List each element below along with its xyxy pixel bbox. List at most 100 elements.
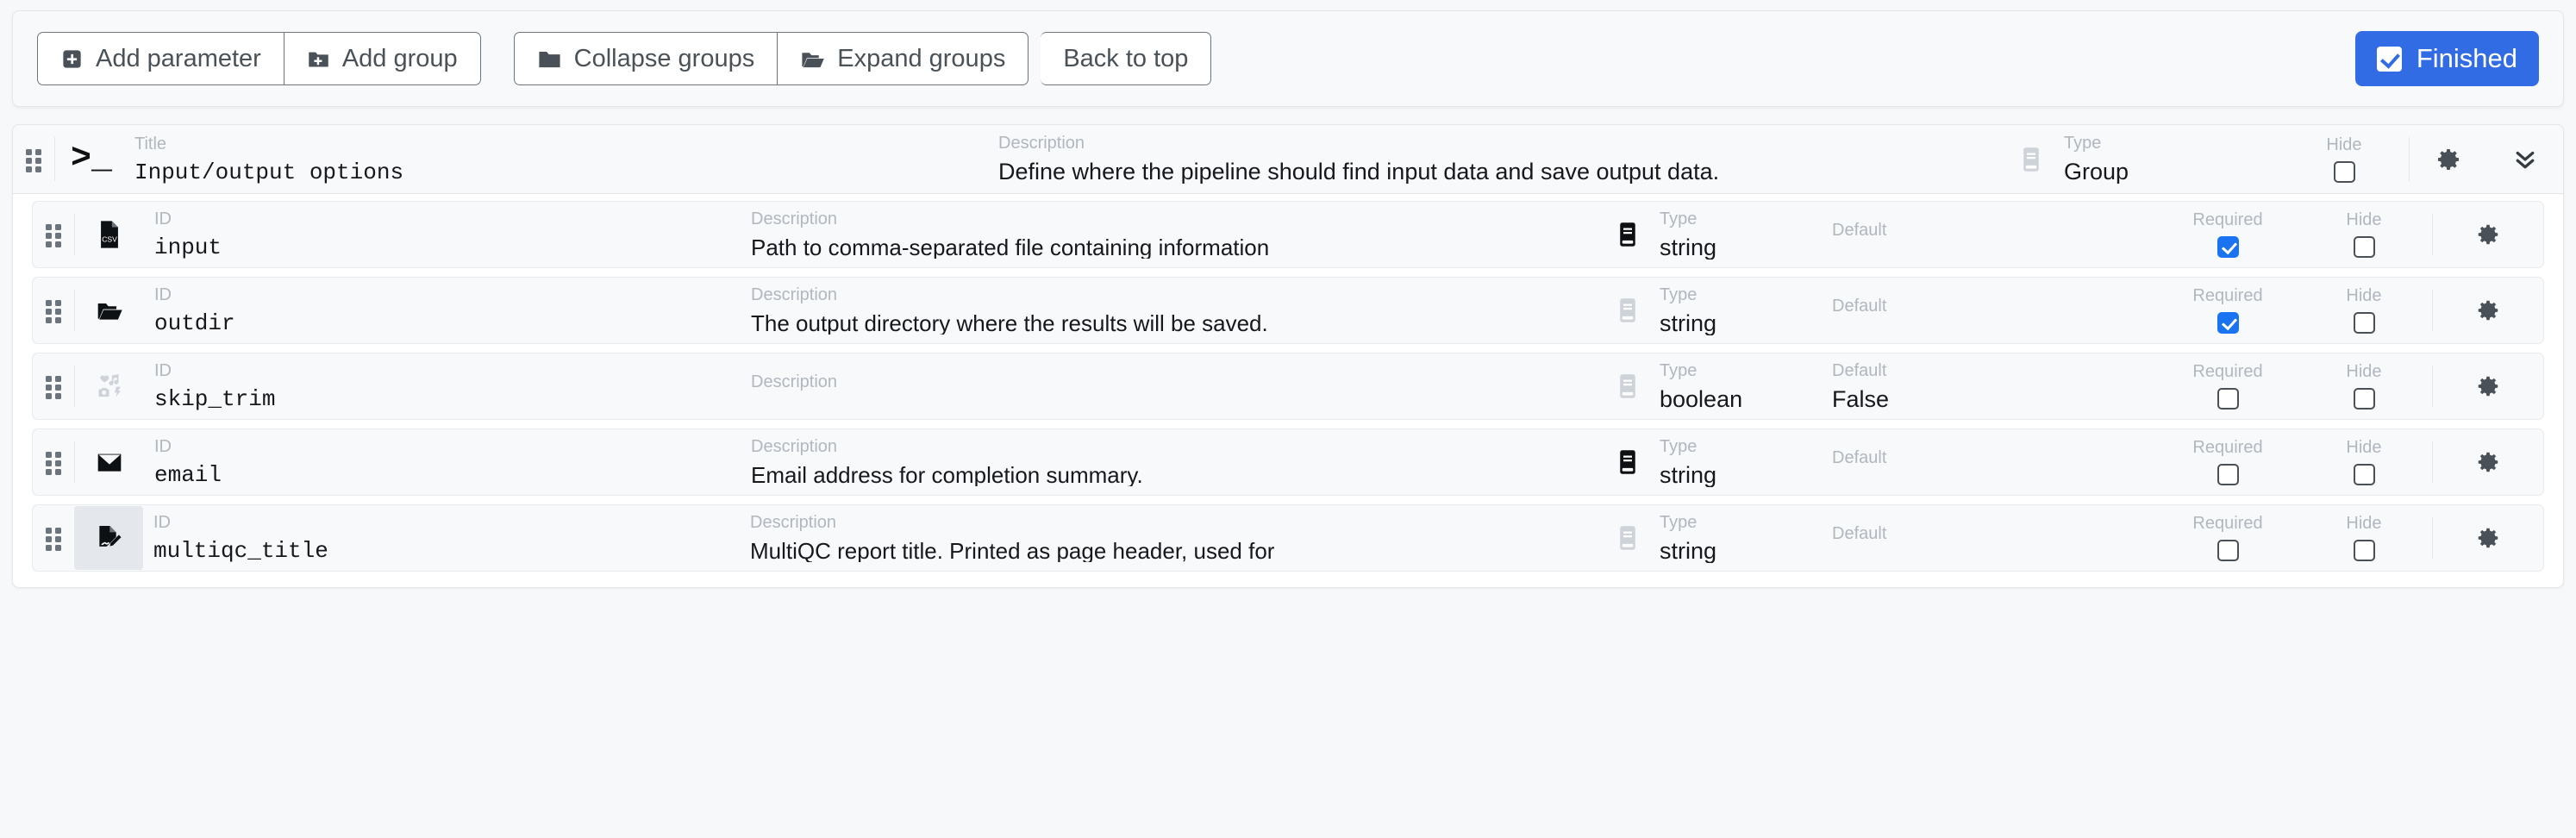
default-label: Default xyxy=(1832,525,2160,542)
back-to-top-group: Back to top xyxy=(1041,32,1211,85)
required-label: Required xyxy=(2192,439,2262,456)
hide-checkbox[interactable] xyxy=(2354,388,2375,410)
gear-icon xyxy=(2475,297,2501,323)
chevrons-down-icon[interactable] xyxy=(2512,147,2538,172)
required-label: Required xyxy=(2192,363,2262,380)
parameter-required-field: Required xyxy=(2160,353,2296,419)
parameter-id-field[interactable]: ID multiqc_title xyxy=(143,505,747,571)
parameter-type-field: Type string xyxy=(1660,429,1832,495)
parameter-description-field[interactable]: Description Path to comma-separated file… xyxy=(747,202,1596,267)
id-label: ID xyxy=(154,210,747,228)
back-to-top-button[interactable]: Back to top xyxy=(1041,32,1211,85)
row-drag-handle[interactable] xyxy=(33,505,74,571)
add-parameter-button[interactable]: Add parameter xyxy=(37,32,284,85)
type-value: string xyxy=(1660,540,1832,563)
file-signature-icon[interactable] xyxy=(74,506,143,570)
book-icon xyxy=(1616,525,1639,551)
help-text-button[interactable] xyxy=(1596,202,1660,267)
emoji-picker-icon[interactable] xyxy=(75,353,144,419)
folder-plus-icon xyxy=(307,47,330,71)
parameter-description-field[interactable]: Description MultiQC report title. Printe… xyxy=(747,505,1596,571)
grip-dots-icon xyxy=(46,300,61,321)
parameter-id-field[interactable]: ID email xyxy=(144,429,747,495)
parameter-description-field[interactable]: Description xyxy=(747,353,1596,419)
table-row[interactable]: CSV ID input Description Path to comma-s… xyxy=(32,201,2544,268)
required-checkbox[interactable] xyxy=(2217,388,2239,410)
collapse-groups-button[interactable]: Collapse groups xyxy=(514,32,778,85)
type-label: Type xyxy=(1660,362,1832,379)
grip-dots-icon xyxy=(46,528,61,548)
row-drag-handle[interactable] xyxy=(33,202,74,267)
parameter-default-field[interactable]: Default False xyxy=(1832,353,2160,419)
book-icon xyxy=(1616,373,1639,399)
row-settings-button[interactable] xyxy=(2433,202,2543,267)
parameter-id-field[interactable]: ID outdir xyxy=(144,278,747,343)
gear-icon xyxy=(2475,449,2501,475)
parameter-type-field: Type boolean xyxy=(1660,353,1832,419)
description-value: Path to comma-separated file containing … xyxy=(751,236,1596,259)
id-label: ID xyxy=(154,362,747,379)
default-label: Default xyxy=(1832,449,2160,466)
parameter-description-field[interactable]: Description The output directory where t… xyxy=(747,278,1596,343)
required-checkbox[interactable] xyxy=(2217,236,2239,258)
parameter-id-field[interactable]: ID skip_trim xyxy=(144,353,747,419)
parameter-hide-field: Hide xyxy=(2296,429,2432,495)
row-settings-button[interactable] xyxy=(2433,429,2543,495)
expand-groups-button[interactable]: Expand groups xyxy=(778,32,1029,85)
parameter-default-field[interactable]: Default xyxy=(1832,278,2160,343)
required-checkbox[interactable] xyxy=(2217,312,2239,334)
row-drag-handle[interactable] xyxy=(33,353,74,419)
hide-label: Hide xyxy=(2346,211,2381,228)
grip-dots-icon xyxy=(46,224,61,245)
type-label: Type xyxy=(1660,286,1832,303)
group-hide-checkbox[interactable] xyxy=(2334,161,2355,183)
hide-checkbox[interactable] xyxy=(2354,464,2375,485)
hide-checkbox[interactable] xyxy=(2354,540,2375,561)
csv-file-icon[interactable]: CSV xyxy=(75,202,144,267)
id-value: email xyxy=(154,464,747,486)
folder-open-icon[interactable] xyxy=(75,278,144,343)
add-group-button[interactable]: Add group xyxy=(284,32,481,85)
row-drag-handle[interactable] xyxy=(33,429,74,495)
hide-label: Hide xyxy=(2346,363,2381,380)
group-header-row: >_ Title Input/output options Descriptio… xyxy=(13,125,2563,194)
required-checkbox[interactable] xyxy=(2217,464,2239,485)
table-row[interactable]: ID email Description Email address for c… xyxy=(32,428,2544,496)
group-title-field[interactable]: Title Input/output options xyxy=(128,125,990,193)
required-checkbox[interactable] xyxy=(2217,540,2239,561)
svg-text:CSV: CSV xyxy=(102,235,117,244)
parameter-default-field[interactable]: Default xyxy=(1832,505,2160,571)
parameter-required-field: Required xyxy=(2160,429,2296,495)
help-text-button[interactable] xyxy=(1596,505,1660,571)
parameter-description-field[interactable]: Description Email address for completion… xyxy=(747,429,1596,495)
hide-checkbox[interactable] xyxy=(2354,236,2375,258)
gear-icon xyxy=(2475,373,2501,399)
type-value: string xyxy=(1660,464,1832,487)
id-value: outdir xyxy=(154,312,747,335)
row-settings-button[interactable] xyxy=(2433,505,2543,571)
table-row[interactable]: ID skip_trim Description Type xyxy=(32,353,2544,420)
hide-checkbox[interactable] xyxy=(2354,312,2375,334)
gear-icon[interactable] xyxy=(2435,146,2462,173)
row-drag-handle[interactable] xyxy=(33,278,74,343)
envelope-icon[interactable] xyxy=(75,429,144,495)
group-help-text-button[interactable] xyxy=(1998,125,2064,193)
help-text-button[interactable] xyxy=(1596,278,1660,343)
parameter-type-field: Type string xyxy=(1660,202,1832,267)
file-plus-icon xyxy=(60,47,84,71)
group-icon-button[interactable]: >_ xyxy=(55,125,128,193)
table-row[interactable]: ID outdir Description The output directo… xyxy=(32,277,2544,344)
row-settings-button[interactable] xyxy=(2433,353,2543,419)
help-text-button[interactable] xyxy=(1596,429,1660,495)
parameter-rows: CSV ID input Description Path to comma-s… xyxy=(13,194,2563,587)
parameter-id-field[interactable]: ID input xyxy=(144,202,747,267)
help-text-button[interactable] xyxy=(1596,353,1660,419)
add-button-group: Add parameter Add group xyxy=(37,32,481,85)
row-settings-button[interactable] xyxy=(2433,278,2543,343)
finished-button[interactable]: Finished xyxy=(2355,31,2539,86)
group-description-field[interactable]: Description Define where the pipeline sh… xyxy=(990,125,1998,193)
parameter-default-field[interactable]: Default xyxy=(1832,429,2160,495)
table-row[interactable]: ID multiqc_title Description MultiQC rep… xyxy=(32,504,2544,572)
parameter-default-field[interactable]: Default xyxy=(1832,202,2160,267)
group-drag-handle[interactable] xyxy=(13,125,54,193)
